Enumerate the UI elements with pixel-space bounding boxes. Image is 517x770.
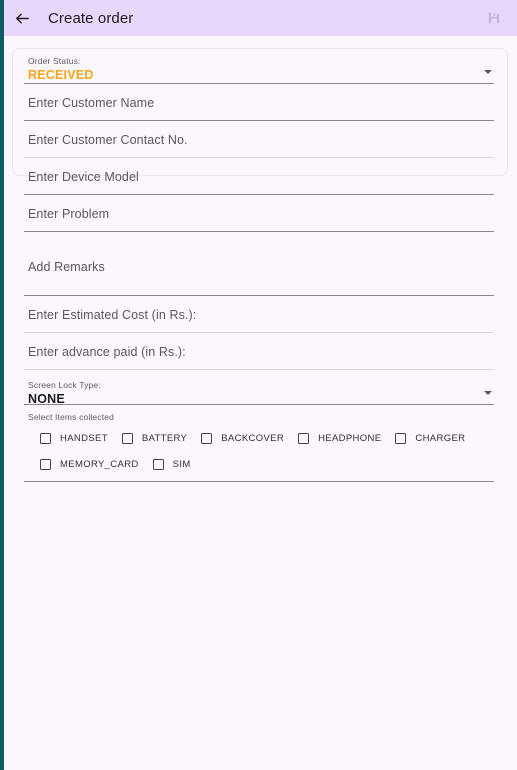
items-row-2: MEMORY_CARD SIM [28, 459, 494, 470]
checkbox-box-icon[interactable] [152, 459, 164, 470]
order-status-value: RECEIVED [28, 68, 94, 82]
device-model-field[interactable]: Enter Device Model [24, 158, 494, 195]
checkbox-backcover[interactable]: BACKCOVER [201, 433, 284, 444]
checkbox-handset[interactable]: HANDSET [40, 433, 108, 444]
checkbox-label: HEADPHONE [318, 433, 382, 444]
screen-lock-label: Screen Lock Type: [28, 380, 101, 390]
screen-lock-type-dropdown[interactable]: Screen Lock Type: NONE [24, 370, 494, 406]
items-collected-section: Select Items collected HANDSET BATTERY B… [24, 405, 494, 482]
checkbox-box-icon[interactable] [40, 433, 51, 444]
checkbox-box-icon[interactable] [201, 433, 213, 444]
checkbox-label: BATTERY [141, 433, 188, 444]
advance-paid-placeholder: Enter advance paid (in Rs.): [28, 345, 186, 359]
form-scroll-area: Order Status: RECEIVED Enter Customer Na… [4, 36, 517, 770]
checkbox-label: HANDSET [60, 433, 108, 444]
problem-field[interactable]: Enter Problem [24, 195, 494, 232]
save-button[interactable] [481, 5, 507, 31]
checkbox-label: BACKCOVER [221, 433, 285, 444]
page-title: Create order [48, 9, 134, 27]
advance-paid-field[interactable]: Enter advance paid (in Rs.): [24, 333, 494, 370]
checkbox-memory-card[interactable]: MEMORY_CARD [40, 459, 139, 470]
estimated-cost-placeholder: Enter Estimated Cost (in Rs.): [28, 308, 197, 322]
checkbox-box-icon[interactable] [395, 433, 407, 444]
device-model-placeholder: Enter Device Model [28, 170, 139, 184]
chevron-down-icon [484, 391, 492, 395]
checkbox-charger[interactable]: CHARGER [395, 433, 465, 444]
customer-contact-placeholder: Enter Customer Contact No. [28, 133, 188, 147]
save-floppy-icon [487, 11, 501, 25]
checkbox-battery[interactable]: BATTERY [121, 433, 188, 444]
checkbox-sim[interactable]: SIM [152, 459, 191, 470]
checkbox-headphone[interactable]: HEADPHONE [298, 433, 381, 444]
create-order-form: Order Status: RECEIVED Enter Customer Na… [24, 36, 494, 482]
customer-name-placeholder: Enter Customer Name [28, 96, 155, 110]
checkbox-label: CHARGER [415, 433, 466, 444]
items-collected-label: Select Items collected [28, 412, 114, 422]
app-bar: Create order [0, 0, 517, 36]
checkbox-label: SIM [172, 459, 191, 470]
order-status-dropdown[interactable]: Order Status: RECEIVED [24, 36, 494, 84]
remarks-field[interactable]: Add Remarks [24, 232, 494, 296]
checkbox-box-icon[interactable] [298, 433, 310, 444]
checkbox-box-icon[interactable] [121, 433, 133, 444]
arrow-left-icon [14, 10, 31, 27]
chevron-down-icon [484, 70, 492, 74]
checkbox-box-icon[interactable] [40, 459, 51, 470]
order-status-label: Order Status: [28, 56, 81, 66]
left-edge-accent-strip [0, 0, 4, 770]
items-row-1: HANDSET BATTERY BACKCOVER HEADPHONE CHAR… [28, 433, 494, 444]
checkbox-label: MEMORY_CARD [60, 459, 139, 470]
estimated-cost-field[interactable]: Enter Estimated Cost (in Rs.): [24, 296, 494, 333]
remarks-placeholder: Add Remarks [28, 260, 105, 274]
back-button[interactable] [8, 4, 36, 32]
problem-placeholder: Enter Problem [28, 207, 110, 221]
customer-name-field[interactable]: Enter Customer Name [24, 84, 494, 121]
customer-contact-field[interactable]: Enter Customer Contact No. [24, 121, 494, 158]
